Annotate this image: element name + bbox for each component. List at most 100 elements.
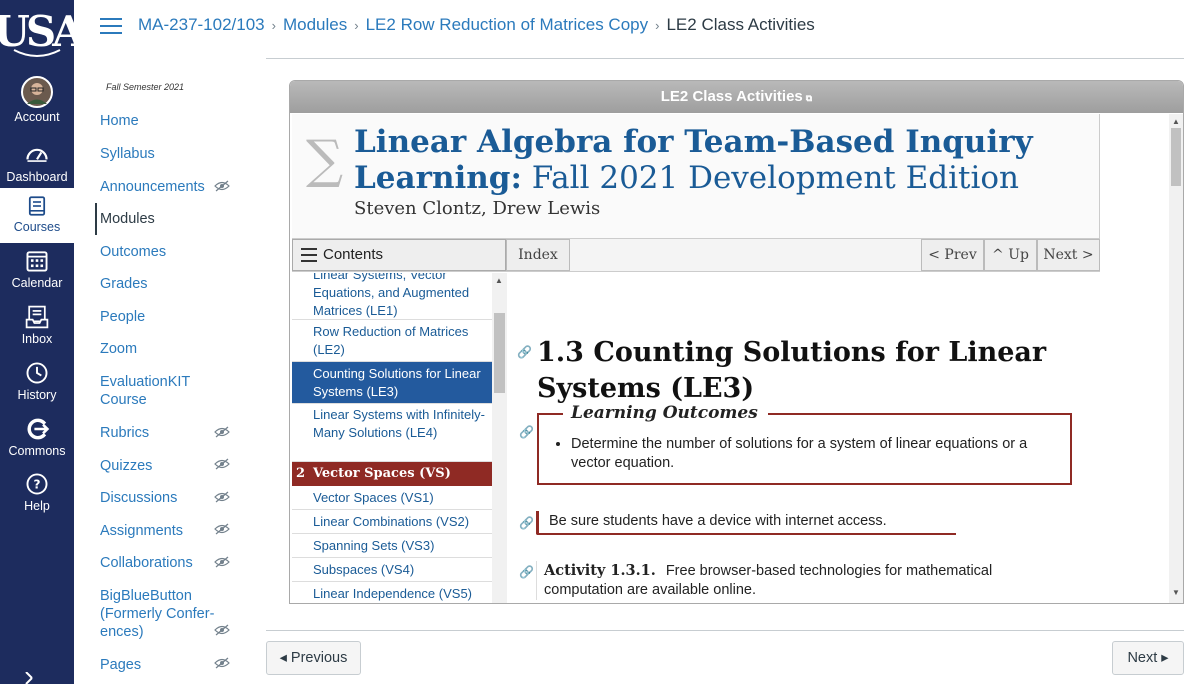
external-link-icon[interactable]: ⧉: [806, 93, 812, 103]
course-nav-syllabus[interactable]: Syllabus: [100, 145, 218, 163]
hidden-eye-icon: [214, 458, 230, 470]
scroll-up-arrow-icon[interactable]: ▲: [495, 276, 503, 285]
frame-titlebar: LE2 Class Activities ⧉: [290, 81, 1183, 113]
help-icon: ?: [26, 473, 48, 495]
up-button[interactable]: ^ Up: [984, 239, 1037, 271]
course-nav-quizzes[interactable]: Quizzes: [100, 457, 218, 475]
calendar-icon: [26, 251, 48, 272]
nav-calendar-label: Calendar: [11, 276, 63, 290]
course-nav-evaluationkit[interactable]: EvaluationKIT Course: [100, 373, 218, 409]
course-nav-modules[interactable]: Modules: [100, 210, 218, 228]
instructor-note-text: Be sure students have a device with inte…: [549, 513, 887, 529]
toc-entry-vs2[interactable]: Linear Combinations (VS2): [292, 510, 492, 534]
course-nav-collaborations[interactable]: Collaborations: [100, 554, 218, 572]
permalink-icon[interactable]: 🔗: [517, 345, 532, 359]
history-icon: [26, 362, 48, 384]
nav-courses[interactable]: Courses: [0, 188, 74, 243]
breadcrumb-modules[interactable]: Modules: [283, 15, 347, 34]
nav-account[interactable]: Account: [0, 76, 74, 132]
book-title-edition: Fall 2021 Development Edition: [531, 160, 1019, 196]
sigma-logo-icon: ∑: [306, 130, 344, 190]
course-nav-people[interactable]: People: [100, 308, 218, 326]
activity-label: Activity 1.3.1.: [544, 562, 656, 579]
toc-entry-le3[interactable]: Counting Solutions for Linear Systems (L…: [292, 362, 492, 404]
breadcrumb-course[interactable]: MA-237-102/103: [138, 15, 265, 34]
section-content: 🔗 1.3 Counting Solutions for Linear Syst…: [508, 273, 1168, 603]
frame-scroll-thumb[interactable]: [1171, 128, 1181, 186]
hidden-eye-icon: [214, 426, 230, 438]
svg-text:?: ?: [33, 477, 40, 491]
hidden-eye-icon: [214, 556, 230, 568]
toc-entry-vs3[interactable]: Spanning Sets (VS3): [292, 534, 492, 558]
nav-inbox-label: Inbox: [21, 332, 53, 346]
activity-block: Activity 1.3.1. Free browser-based techno…: [536, 561, 1036, 600]
hamburger-icon: [301, 248, 317, 262]
hidden-eye-icon: [214, 523, 230, 535]
prev-button[interactable]: < Prev: [921, 239, 984, 271]
hidden-eye-icon: [214, 491, 230, 503]
svg-text:USA: USA: [0, 7, 74, 56]
toc-entry-vs5[interactable]: Linear Independence (VS5): [292, 582, 492, 603]
breadcrumb-separator: ›: [655, 18, 660, 33]
scroll-down-arrow-icon[interactable]: ▼: [1172, 588, 1180, 597]
book-title[interactable]: Linear Algebra for Team-Based Inquiry Le…: [354, 124, 1094, 196]
contents-button[interactable]: Contents: [292, 239, 506, 271]
usa-logo[interactable]: USA: [0, 0, 74, 64]
scroll-up-arrow-icon[interactable]: ▲: [1172, 117, 1180, 126]
permalink-icon[interactable]: 🔗: [519, 425, 534, 439]
toc-scrollbar[interactable]: ▲: [492, 273, 507, 603]
course-nav-grades[interactable]: Grades: [100, 275, 218, 293]
toc-entry-le4[interactable]: Linear Systems with Infinitely-Many Solu…: [292, 404, 492, 462]
toc-chapter-vs[interactable]: 2 Vector Spaces (VS): [292, 462, 492, 486]
index-button[interactable]: Index: [506, 239, 570, 271]
book-authors: Steven Clontz, Drew Lewis: [354, 198, 601, 219]
hidden-eye-icon: [214, 624, 230, 636]
permalink-icon[interactable]: 🔗: [519, 516, 534, 530]
course-nav-rubrics[interactable]: Rubrics: [100, 424, 218, 442]
course-nav-home[interactable]: Home: [100, 112, 218, 130]
toc-entry-vs1[interactable]: Vector Spaces (VS1): [292, 486, 492, 510]
breadcrumb-separator: ›: [354, 18, 359, 33]
nav-help-label: Help: [24, 499, 50, 513]
frame-scrollbar[interactable]: ▲ ▼: [1169, 114, 1183, 603]
toc-entry-vs4[interactable]: Subspaces (VS4): [292, 558, 492, 582]
toc-entry-le1[interactable]: Linear Systems, Vector Equations, and Au…: [292, 273, 492, 320]
avatar: [21, 76, 53, 108]
next-module-item-button[interactable]: Next ▸: [1112, 641, 1184, 675]
nav-commons[interactable]: Commons: [0, 416, 74, 472]
previous-module-item-button[interactable]: ◂ Previous: [266, 641, 361, 675]
course-nav-assignments[interactable]: Assignments: [100, 522, 218, 540]
course-nav-bigbluebutton[interactable]: BigBlueButton (Formerly Confer-ences): [100, 587, 218, 641]
toc-scroll-thumb[interactable]: [494, 313, 505, 393]
course-nav-announcements[interactable]: Announcements: [100, 178, 218, 196]
course-nav-pages[interactable]: Pages: [100, 656, 218, 674]
nav-commons-label: Commons: [8, 444, 66, 458]
toc-chapter-label: Vector Spaces (VS): [313, 466, 451, 481]
nav-history[interactable]: History: [0, 360, 74, 416]
learning-outcomes-title: Learning Outcomes: [563, 403, 768, 423]
nav-calendar[interactable]: Calendar: [0, 248, 74, 304]
section-heading: 1.3 Counting Solutions for Linear System…: [537, 337, 1047, 404]
global-nav: USA Account Dashboard Courses Calendar I…: [0, 0, 74, 684]
nav-inbox[interactable]: Inbox: [0, 304, 74, 360]
active-indicator: [95, 203, 97, 235]
permalink-icon[interactable]: 🔗: [519, 565, 534, 579]
course-menu-toggle[interactable]: [100, 18, 122, 36]
toc-entry-le2[interactable]: Row Reduction of Matrices (LE2): [292, 320, 492, 362]
breadcrumb-module-item[interactable]: LE2 Row Reduction of Matrices Copy: [366, 15, 649, 34]
breadcrumb-current: LE2 Class Activities: [666, 15, 815, 34]
header-divider: [266, 58, 1184, 59]
course-nav-zoom[interactable]: Zoom: [100, 340, 218, 358]
frame-title[interactable]: LE2 Class Activities: [661, 88, 803, 105]
term-label: Fall Semester 2021: [106, 82, 185, 92]
course-nav-discussions[interactable]: Discussions: [100, 489, 218, 507]
next-page-button[interactable]: Next >: [1037, 239, 1100, 271]
inbox-icon: [25, 305, 49, 329]
nav-help[interactable]: ? Help: [0, 471, 74, 527]
courses-icon: [28, 196, 46, 216]
page-header: MA-237-102/103 › Modules › LE2 Row Reduction…: [74, 0, 1200, 58]
course-nav-outcomes[interactable]: Outcomes: [100, 243, 218, 261]
learning-outcomes-box: Learning Outcomes Determine the number o…: [537, 403, 1072, 485]
collapse-nav-icon[interactable]: [22, 672, 42, 684]
dashboard-icon: [26, 148, 48, 162]
